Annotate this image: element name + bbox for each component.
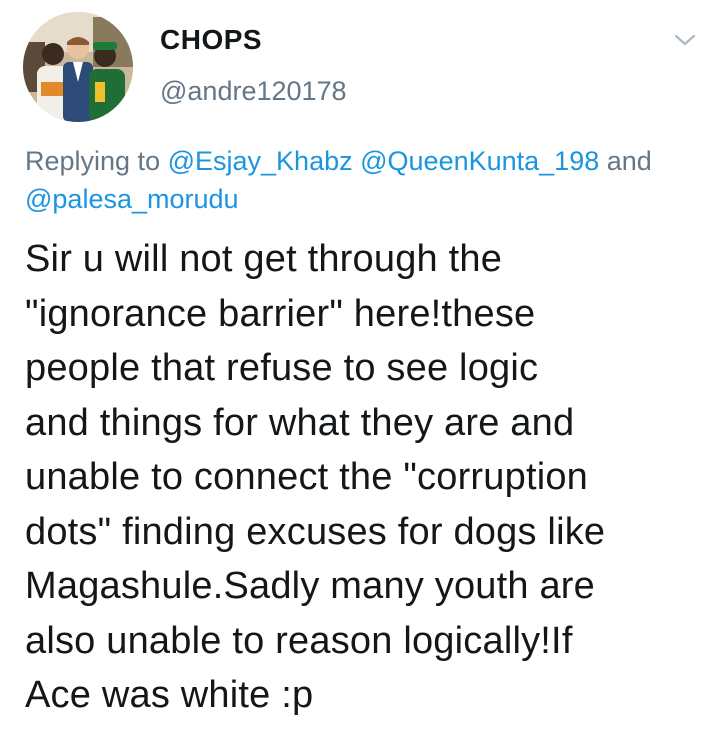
avatar[interactable] — [23, 12, 133, 122]
tweet-line: dots" finding excuses for dogs like — [25, 510, 606, 553]
tweet-menu-button[interactable] — [670, 28, 700, 52]
user-handle[interactable]: @andre120178 — [160, 76, 347, 107]
tweet-line: Ace was white :p — [25, 674, 314, 716]
tweet-text: Sir u will not get through the "ignoranc… — [25, 232, 715, 723]
profile-photo-icon — [23, 12, 133, 122]
tweet-line: Sir u will not get through the — [25, 238, 503, 280]
mention-link[interactable]: @Esjay_Khabz — [168, 146, 353, 176]
tweet-line: people that refuse to see logic — [25, 347, 539, 389]
display-name[interactable]: CHOPS — [160, 24, 262, 56]
tweet-line: also unable to reason logically!If — [25, 619, 573, 662]
mention-link[interactable]: @palesa_morudu — [25, 184, 239, 214]
reply-prefix: Replying to — [25, 146, 168, 176]
tweet-line: Magashule.Sadly many youth are — [25, 565, 595, 607]
reply-context: Replying to @Esjay_Khabz @QueenKunta_198… — [25, 142, 710, 218]
mention-link[interactable]: @QueenKunta_198 — [360, 146, 599, 176]
reply-conjunction: and — [599, 146, 652, 176]
tweet-card: CHOPS @andre120178 Replying to @Esjay_Kh… — [0, 0, 720, 739]
tweet-line: and things for what they are and — [25, 401, 575, 444]
tweet-line: unable to connect the "corruption — [25, 456, 589, 498]
chevron-down-icon — [674, 34, 696, 46]
tweet-line: "ignorance barrier" here!these — [25, 292, 536, 335]
